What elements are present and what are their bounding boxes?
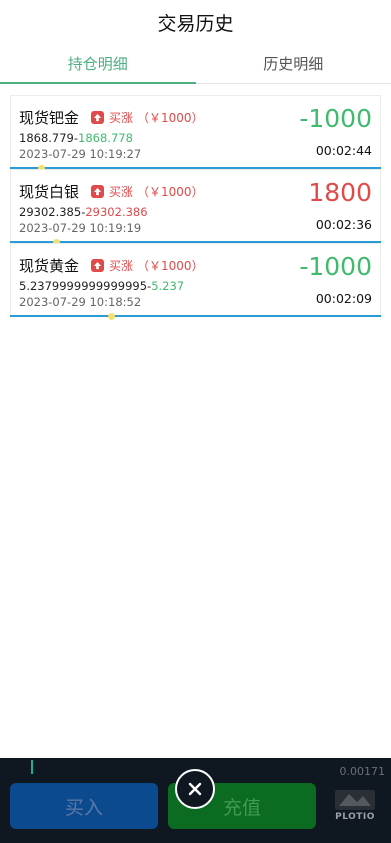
direction-label: 买涨 (109, 184, 134, 199)
open-price: 5.2379999999999995 (19, 279, 148, 293)
countdown-timer: 00:02:09 (315, 291, 372, 306)
countdown-timer: 00:02:36 (315, 217, 372, 232)
stake-amount: （￥1000） (137, 258, 204, 273)
time-progress-bar (10, 315, 381, 317)
buy-button[interactable]: 买入 (10, 783, 158, 829)
brand-logo: PLOTIO (333, 790, 377, 826)
trade-history-page: 交易历史 持仓明细 历史明细 现货钯金 买涨 （￥1000） -1000 186… (0, 0, 391, 843)
arrow-up-icon (91, 110, 105, 124)
tab-bar: 持仓明细 历史明细 (0, 44, 391, 84)
bottom-trade-bar: 0.00171 买入 充值 PLOTIO (0, 758, 391, 843)
direction-badge: 买涨 （￥1000） (91, 109, 204, 126)
price-ticker: 0.00171 (339, 765, 386, 778)
position-card[interactable]: 现货白银 买涨 （￥1000） 1800 29302.385-29302.386… (10, 169, 381, 246)
page-title: 交易历史 (157, 12, 234, 35)
page-header: 交易历史 (0, 0, 391, 44)
position-name: 现货白银 (19, 182, 80, 201)
current-price: 5.237 (151, 279, 185, 293)
direction-label: 买涨 (109, 258, 134, 273)
open-price: 1868.779 (19, 131, 74, 145)
arrow-up-icon (91, 184, 105, 198)
position-card[interactable]: 现货钯金 买涨 （￥1000） -1000 1868.779-1868.778 … (10, 95, 381, 172)
position-name: 现货黄金 (19, 256, 80, 275)
logo-text: PLOTIO (335, 812, 375, 822)
stake-amount: （￥1000） (137, 184, 204, 199)
tab-positions[interactable]: 持仓明细 (0, 44, 196, 84)
profit-loss: -1000 (299, 104, 372, 133)
current-price: 29302.386 (85, 205, 148, 219)
logo-mark-icon (335, 790, 375, 810)
profit-loss: 1800 (308, 178, 372, 207)
mini-chart-tick (31, 760, 33, 774)
close-icon (188, 782, 202, 796)
direction-label: 买涨 (109, 110, 134, 125)
open-price: 29302.385 (19, 205, 82, 219)
position-card[interactable]: 现货黄金 买涨 （￥1000） -1000 5.2379999999999995… (10, 243, 381, 320)
countdown-timer: 00:02:44 (315, 143, 372, 158)
arrow-up-icon (91, 258, 105, 272)
positions-list: 现货钯金 买涨 （￥1000） -1000 1868.779-1868.778 … (0, 84, 391, 320)
tab-history[interactable]: 历史明细 (196, 44, 391, 83)
current-price: 1868.778 (78, 131, 133, 145)
position-name: 现货钯金 (19, 108, 80, 127)
profit-loss: -1000 (299, 252, 372, 281)
direction-badge: 买涨 （￥1000） (91, 257, 204, 274)
close-button[interactable] (175, 769, 215, 809)
direction-badge: 买涨 （￥1000） (91, 183, 204, 200)
progress-marker (108, 313, 115, 320)
stake-amount: （￥1000） (137, 110, 204, 125)
